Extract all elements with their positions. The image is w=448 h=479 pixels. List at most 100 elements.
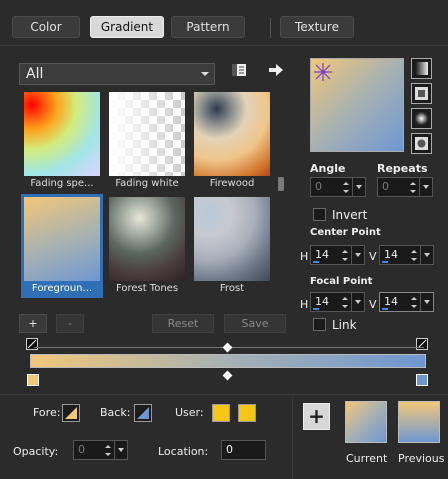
fore-stop-button[interactable] <box>62 404 80 422</box>
focal-h-value: 14 <box>315 295 329 308</box>
gradient-preview <box>109 92 185 176</box>
decrement-icon[interactable] <box>342 258 348 261</box>
focal-v-dropdown[interactable] <box>420 293 433 311</box>
opacity-label: Opacity: <box>13 445 59 458</box>
chevron-down-icon <box>356 185 362 189</box>
center-h-value: 14 <box>315 248 329 261</box>
gradient-preview <box>194 92 270 176</box>
increment-icon[interactable] <box>342 297 348 300</box>
tab-pattern[interactable]: Pattern <box>171 16 245 38</box>
category-dropdown[interactable]: All <box>19 63 215 85</box>
tab-gradient[interactable]: Gradient <box>90 16 164 38</box>
center-h-label: H <box>300 250 309 263</box>
material-properties-dialog: Color Gradient Pattern Texture All Fadin… <box>0 0 448 479</box>
invert-label: Invert <box>332 208 368 222</box>
open-library-icon[interactable] <box>231 63 247 77</box>
link-label: Link <box>332 318 357 332</box>
focal-h-spinbox[interactable]: 14 <box>310 292 365 312</box>
center-v-dropdown[interactable] <box>420 246 433 264</box>
previous-material-swatch[interactable] <box>398 401 440 443</box>
tab-texture[interactable]: Texture <box>280 16 354 38</box>
decrement-icon[interactable] <box>410 190 416 193</box>
invert-checkbox[interactable] <box>313 208 326 221</box>
opacity-spinbox[interactable]: 0 <box>73 440 128 460</box>
decrement-icon[interactable] <box>411 305 417 308</box>
gradient-thumb-label: Forest Tones <box>115 283 179 294</box>
opacity-stop-end[interactable] <box>416 338 428 350</box>
add-to-swatches-button[interactable]: + <box>303 403 330 430</box>
gradient-bar[interactable] <box>30 354 426 368</box>
remove-stop-button[interactable]: - <box>56 314 84 333</box>
current-material-swatch[interactable] <box>345 401 387 443</box>
gradient-thumb-firewood[interactable]: Firewood <box>191 89 273 193</box>
decrement-icon[interactable] <box>105 453 111 456</box>
arrow-right-icon[interactable] <box>268 63 284 77</box>
rectangular-style-button[interactable] <box>411 83 432 104</box>
decrement-icon[interactable] <box>411 258 417 261</box>
gradient-preview-large[interactable] <box>310 58 404 152</box>
vertical-divider <box>292 397 293 479</box>
center-point-label: Center Point <box>310 227 381 238</box>
scrollbar-thumb[interactable] <box>278 177 284 191</box>
decrement-icon[interactable] <box>342 305 348 308</box>
gradient-preview <box>109 197 185 281</box>
center-h-dropdown[interactable] <box>351 246 364 264</box>
link-checkbox[interactable] <box>313 318 326 331</box>
linear-style-button[interactable] <box>411 58 432 79</box>
location-value: 0 <box>226 443 233 456</box>
back-label: Back: <box>100 406 131 419</box>
radial-style-button[interactable] <box>411 133 432 154</box>
opacity-stop-start[interactable] <box>26 338 38 350</box>
increment-icon[interactable] <box>343 182 349 185</box>
gradient-gallery: Fading spe... Fading white Firewood Fore… <box>19 89 274 300</box>
location-label: Location: <box>158 445 209 458</box>
sunburst-style-button[interactable] <box>411 108 432 129</box>
tab-bar: Color Gradient Pattern Texture <box>0 0 448 46</box>
center-h-spinbox[interactable]: 14 <box>310 245 365 265</box>
tab-color[interactable]: Color <box>12 16 80 38</box>
center-point-crosshair-icon[interactable] <box>311 59 341 89</box>
gradient-thumb-fading-spectrum[interactable]: Fading spe... <box>21 89 103 193</box>
color-stop-end[interactable] <box>416 374 428 386</box>
opacity-dropdown[interactable] <box>114 441 127 459</box>
back-stop-button[interactable] <box>134 404 152 422</box>
gradient-thumb-fading-white[interactable]: Fading white <box>106 89 188 193</box>
opacity-value: 0 <box>78 443 85 456</box>
current-label: Current <box>346 452 388 465</box>
focal-v-spinbox[interactable]: 14 <box>379 292 434 312</box>
gradient-thumb-frost[interactable]: Frost <box>191 194 273 298</box>
focal-h-label: H <box>300 298 309 311</box>
user-stop-button[interactable] <box>212 404 230 422</box>
reset-button[interactable]: Reset <box>152 314 214 333</box>
color-stop-start[interactable] <box>27 374 39 386</box>
repeats-dropdown[interactable] <box>419 178 432 196</box>
center-v-spinbox[interactable]: 14 <box>379 245 434 265</box>
section-divider <box>0 394 448 395</box>
focal-h-dropdown[interactable] <box>351 293 364 311</box>
color-midpoint-handle[interactable] <box>222 370 233 381</box>
angle-value: 0 <box>315 180 322 193</box>
gradient-thumb-label: Foregroun... <box>31 283 93 294</box>
angle-dropdown[interactable] <box>352 178 365 196</box>
chevron-down-icon <box>355 300 361 304</box>
angle-spinbox[interactable]: 0 <box>310 177 366 197</box>
gallery-scrollbar[interactable] <box>277 89 285 300</box>
decrement-icon[interactable] <box>343 190 349 193</box>
add-stop-button[interactable]: + <box>19 314 47 333</box>
increment-icon[interactable] <box>410 182 416 185</box>
plus-icon: + <box>308 404 325 428</box>
increment-icon[interactable] <box>105 445 111 448</box>
gradient-thumb-forest-tones[interactable]: Forest Tones <box>106 194 188 298</box>
repeats-spinbox[interactable]: 0 <box>377 177 433 197</box>
increment-icon[interactable] <box>342 250 348 253</box>
gradient-thumb-label: Firewood <box>209 178 255 189</box>
user-color-swatch[interactable] <box>238 404 256 422</box>
save-button[interactable]: Save <box>224 314 286 333</box>
opacity-midpoint-handle[interactable] <box>222 342 233 353</box>
focal-v-label: V <box>369 298 377 311</box>
increment-icon[interactable] <box>411 297 417 300</box>
gradient-thumb-foreground[interactable]: Foregroun... <box>21 194 103 298</box>
increment-icon[interactable] <box>411 250 417 253</box>
focal-point-label: Focal Point <box>310 276 373 287</box>
location-input[interactable]: 0 <box>221 440 266 460</box>
